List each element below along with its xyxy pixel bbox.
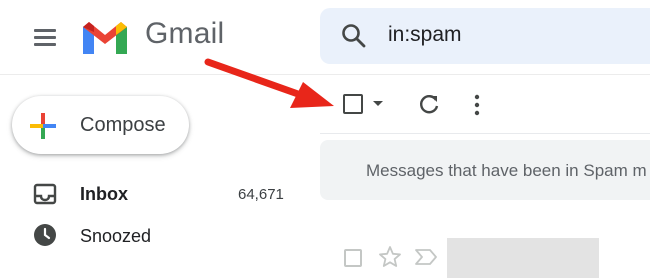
toolbar-divider <box>320 133 650 134</box>
search-bar[interactable] <box>320 8 650 64</box>
select-all-checkbox[interactable] <box>343 94 363 114</box>
message-sender-placeholder[interactable] <box>447 238 599 278</box>
more-options-icon[interactable] <box>470 92 484 118</box>
app-title: Gmail <box>145 17 225 50</box>
clock-icon[interactable] <box>32 222 58 248</box>
search-icon[interactable] <box>340 22 368 50</box>
star-icon[interactable] <box>377 244 403 270</box>
important-marker-icon[interactable] <box>413 247 439 267</box>
main-menu-icon[interactable] <box>28 20 62 54</box>
inbox-icon[interactable] <box>32 181 58 207</box>
plus-icon <box>28 111 58 141</box>
search-input[interactable]: in:spam <box>388 23 462 47</box>
sidebar-item-snoozed[interactable]: Snoozed <box>80 226 151 247</box>
chevron-down-icon[interactable] <box>373 101 383 106</box>
inbox-unread-count: 64,671 <box>238 186 284 203</box>
spam-info-text: Messages that have been in Spam m <box>366 161 647 180</box>
sidebar-item-inbox[interactable]: Inbox <box>80 184 128 205</box>
gmail-logo[interactable] <box>80 18 130 56</box>
refresh-icon[interactable] <box>416 92 442 118</box>
annotation-arrow <box>200 56 340 116</box>
compose-label: Compose <box>80 114 166 136</box>
